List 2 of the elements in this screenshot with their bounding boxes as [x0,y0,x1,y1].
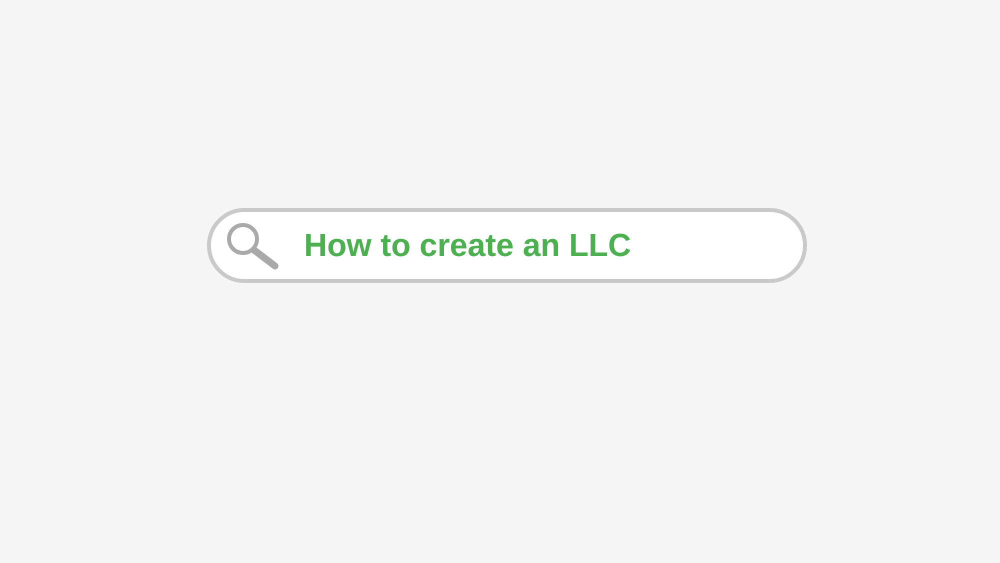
search-icon [225,222,279,270]
search-field[interactable]: How to create an LLC [207,208,807,283]
